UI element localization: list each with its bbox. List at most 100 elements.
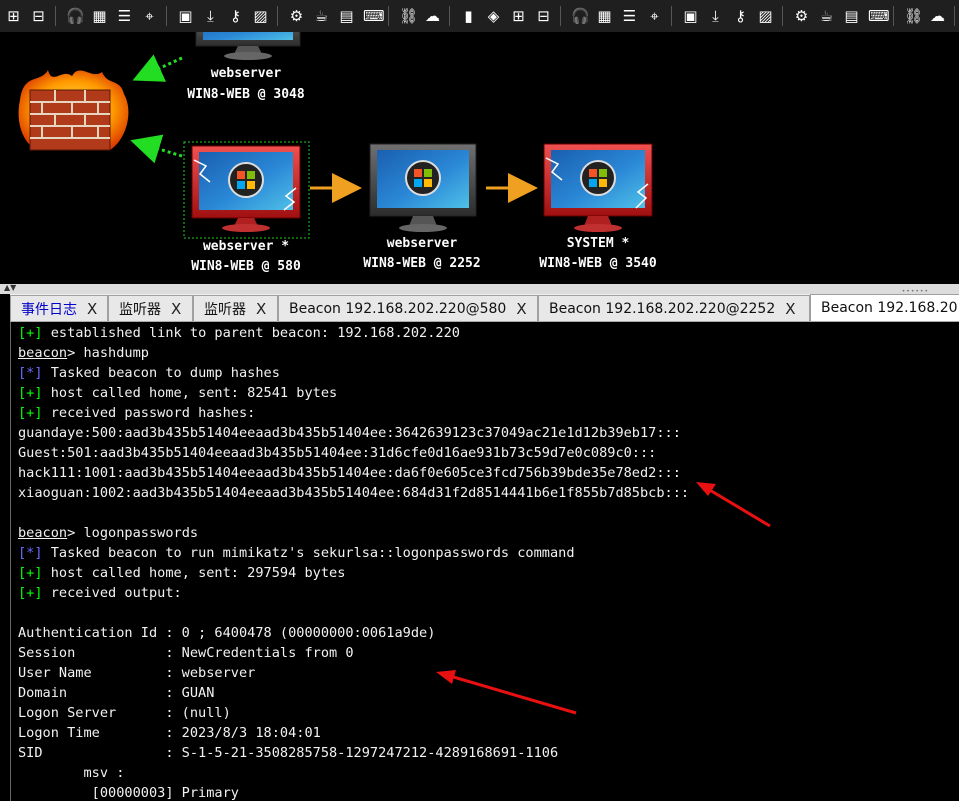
link-arrow bbox=[130, 134, 183, 164]
tab-beacon-2252[interactable]: Beacon 192.168.202.220@2252 X bbox=[538, 295, 810, 321]
close-icon[interactable]: X bbox=[256, 300, 266, 318]
beacon-console[interactable]: [+] established link to parent beacon: 1… bbox=[10, 322, 959, 801]
download-icon[interactable]: ⤓ bbox=[202, 7, 219, 25]
plus-icon[interactable]: ⊞ bbox=[510, 7, 527, 25]
tab-beacon-3540[interactable]: Beacon 192.168.20 bbox=[810, 294, 959, 321]
console-text: Tasked beacon to dump hashes bbox=[50, 365, 280, 381]
link-icon[interactable]: ⛓ bbox=[399, 7, 418, 25]
list-icon[interactable]: ☰ bbox=[621, 7, 638, 25]
cloud-icon[interactable]: ☁ bbox=[929, 7, 946, 25]
terminal-icon[interactable]: ⌨ bbox=[363, 7, 385, 25]
console-line: [*] Tasked beacon to run mimikatz's seku… bbox=[18, 543, 959, 563]
hash-line: Guest:501:aad3b435b51404eeaad3b435b51404… bbox=[18, 445, 657, 461]
console-line: beacon> hashdump bbox=[18, 343, 959, 363]
image-icon[interactable]: ▣ bbox=[177, 7, 194, 25]
tab-listeners[interactable]: 监听器 X bbox=[193, 295, 278, 321]
picture-icon[interactable]: ▨ bbox=[252, 7, 269, 25]
status-tag: [*] bbox=[18, 545, 43, 561]
close-icon[interactable]: X bbox=[785, 300, 795, 318]
crosshair-icon[interactable]: ⌖ bbox=[141, 7, 158, 25]
console-line: [+] established link to parent beacon: 1… bbox=[18, 323, 959, 343]
tab-listeners[interactable]: 监听器 X bbox=[108, 295, 193, 321]
headphones-icon[interactable]: 🎧 bbox=[66, 7, 85, 25]
close-icon[interactable]: X bbox=[516, 300, 526, 318]
console-text: established link to parent beacon: 192.1… bbox=[50, 325, 460, 341]
tab-label: 监听器 bbox=[119, 301, 161, 318]
headphones-icon[interactable]: 🎧 bbox=[571, 7, 590, 25]
console-text: host called home, sent: 82541 bytes bbox=[50, 385, 338, 401]
node-user-label: SYSTEM * bbox=[566, 236, 630, 251]
credential-line: Logon Server : (null) bbox=[18, 705, 231, 721]
gear-icon[interactable]: ⚙ bbox=[793, 7, 810, 25]
tab-beacon-580[interactable]: Beacon 192.168.202.220@580 X bbox=[278, 295, 538, 321]
collapse-arrows-icon[interactable]: ▲▼ bbox=[4, 283, 16, 292]
console-line: [+] received password hashes: bbox=[18, 403, 959, 423]
grid-icon[interactable]: ▦ bbox=[91, 7, 108, 25]
toolbar-divider bbox=[954, 6, 955, 26]
gear-icon[interactable]: ⚙ bbox=[288, 7, 305, 25]
picture-icon[interactable]: ▨ bbox=[757, 7, 774, 25]
session-node-2252[interactable] bbox=[369, 143, 477, 232]
firewall-icon bbox=[18, 70, 129, 151]
key-icon[interactable]: ⚷ bbox=[732, 7, 749, 25]
console-line: [+] host called home, sent: 82541 bytes bbox=[18, 383, 959, 403]
hash-line: xiaoguan:1002:aad3b435b51404eeaad3b435b5… bbox=[18, 485, 690, 501]
status-tag: [+] bbox=[18, 385, 43, 401]
hash-line: guandaye:500:aad3b435b51404eeaad3b435b51… bbox=[18, 425, 681, 441]
command-text: logonpasswords bbox=[75, 525, 199, 541]
grid-icon[interactable]: ▦ bbox=[596, 7, 613, 25]
node-host-label: WIN8-WEB @ 580 bbox=[191, 259, 301, 274]
link-icon[interactable]: ⛓ bbox=[904, 7, 923, 25]
coffee-icon[interactable]: ☕ bbox=[313, 7, 330, 25]
status-tag: [+] bbox=[18, 585, 43, 601]
status-tag: [*] bbox=[18, 365, 43, 381]
tab-bar: 事件日志 X 监听器 X 监听器 X Beacon 192.168.202.22… bbox=[10, 294, 959, 322]
credential-line: Authentication Id : 0 ; 6400478 (0000000… bbox=[18, 625, 436, 641]
console-line: beacon> logonpasswords bbox=[18, 523, 959, 543]
close-icon[interactable]: X bbox=[171, 300, 181, 318]
minus-icon[interactable]: ⊟ bbox=[30, 7, 47, 25]
toolbar-divider bbox=[560, 6, 561, 26]
status-tag: [+] bbox=[18, 325, 43, 341]
minus-icon[interactable]: ⊟ bbox=[535, 7, 552, 25]
crosshair-icon[interactable]: ⌖ bbox=[646, 7, 663, 25]
tab-event-log[interactable]: 事件日志 X bbox=[10, 295, 108, 321]
session-node-580[interactable] bbox=[183, 141, 310, 239]
tab-label: 事件日志 bbox=[21, 301, 77, 318]
book-icon[interactable]: ▮ bbox=[460, 7, 477, 25]
plus-icon[interactable]: ⊞ bbox=[5, 7, 22, 25]
credential-line: [00000003] Primary bbox=[18, 785, 239, 801]
node-user-label: webserver bbox=[386, 236, 458, 251]
document-icon[interactable]: ▤ bbox=[338, 7, 355, 25]
credential-line: Logon Time : 2023/8/3 18:04:01 bbox=[18, 725, 321, 741]
cube-icon[interactable]: ◈ bbox=[485, 7, 502, 25]
session-node-3540[interactable] bbox=[543, 143, 653, 232]
cloud-icon[interactable]: ☁ bbox=[424, 7, 441, 25]
prompt-label: beacon bbox=[18, 345, 68, 361]
list-icon[interactable]: ☰ bbox=[116, 7, 133, 25]
tab-label: Beacon 192.168.20 bbox=[821, 300, 958, 316]
toolbar-divider bbox=[449, 6, 450, 26]
image-icon[interactable]: ▣ bbox=[682, 7, 699, 25]
session-node-3048[interactable] bbox=[195, 32, 301, 60]
status-tag: [+] bbox=[18, 565, 43, 581]
pivot-graph[interactable]: webserver WIN8-WEB @ 3048 webserver * WI… bbox=[0, 32, 959, 284]
close-icon[interactable]: X bbox=[87, 300, 97, 318]
node-host-label: WIN8-WEB @ 3048 bbox=[187, 87, 305, 102]
console-text: received output: bbox=[50, 585, 182, 601]
split-pane-divider[interactable]: ▲▼ •••••• bbox=[0, 283, 959, 295]
console-text: host called home, sent: 297594 bytes bbox=[50, 565, 346, 581]
terminal-icon[interactable]: ⌨ bbox=[868, 7, 890, 25]
download-icon[interactable]: ⤓ bbox=[707, 7, 724, 25]
coffee-icon[interactable]: ☕ bbox=[818, 7, 835, 25]
tab-label: Beacon 192.168.202.220@580 bbox=[289, 300, 507, 317]
toolbar-divider bbox=[166, 6, 167, 26]
toolbar-divider bbox=[893, 6, 894, 26]
link-arrow bbox=[132, 54, 183, 82]
document-icon[interactable]: ▤ bbox=[843, 7, 860, 25]
key-icon[interactable]: ⚷ bbox=[227, 7, 244, 25]
tab-label: 监听器 bbox=[204, 301, 246, 318]
credential-line: Session : NewCredentials from 0 bbox=[18, 645, 354, 661]
console-line: [+] received output: bbox=[18, 583, 959, 603]
toolbar: ⊞ ⊟ 🎧 ▦ ☰ ⌖ ▣ ⤓ ⚷ ▨ ⚙ ☕ ▤ ⌨ ⛓ ☁ ▮ ◈ ⊞ ⊟ … bbox=[0, 0, 959, 33]
